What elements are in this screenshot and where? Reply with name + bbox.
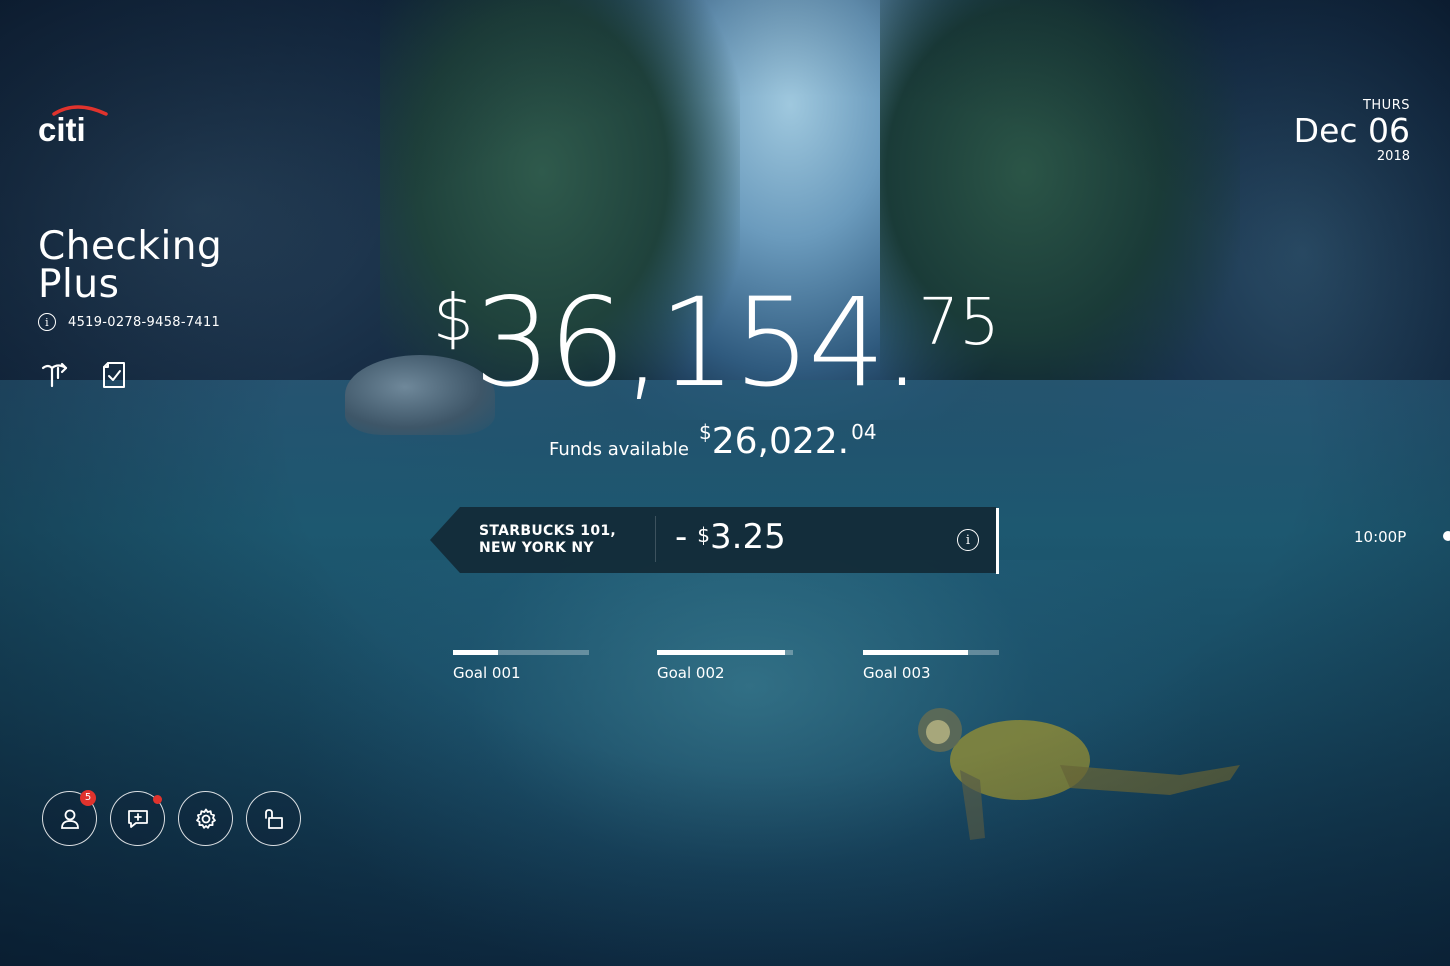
funds-available-label: Funds available xyxy=(549,439,689,460)
timeline-dot[interactable] xyxy=(1443,531,1450,541)
year: 2018 xyxy=(1376,149,1410,164)
check-deposit-icon[interactable] xyxy=(100,360,130,390)
balance-cents: 75 xyxy=(918,286,1000,360)
account-name: Checking Plus xyxy=(38,224,298,307)
account-number-row: i 4519-0278-9458-7411 xyxy=(38,311,220,333)
balance-whole: 36,154 xyxy=(473,272,886,414)
balance-currency: $ xyxy=(433,282,474,356)
notification-badge: 5 xyxy=(80,790,96,806)
funds-currency: $ xyxy=(698,420,712,444)
profile-icon xyxy=(60,809,79,829)
transaction-info-icon[interactable]: i xyxy=(957,529,979,551)
goal-label: Goal 001 xyxy=(453,664,521,682)
goal-progress-fill xyxy=(453,650,498,655)
settings-icon xyxy=(195,808,216,829)
transaction-divider xyxy=(655,516,656,562)
message-button[interactable] xyxy=(110,791,165,846)
timeline-time: 10:00P xyxy=(1354,528,1407,546)
funds-amount: 26,022. xyxy=(711,421,850,462)
goal-item[interactable]: Goal 001 xyxy=(453,650,589,682)
transaction-amount: - $3.25 xyxy=(675,514,786,560)
bottom-controls: 5 xyxy=(42,790,301,846)
goal-progress-track xyxy=(453,650,589,655)
goal-label: Goal 003 xyxy=(863,664,931,682)
timeline-marker xyxy=(996,508,999,574)
transfer-icon[interactable] xyxy=(40,360,70,390)
lock-icon xyxy=(264,808,283,829)
account-balance: $36,154.75 xyxy=(433,278,1000,418)
goal-progress-track xyxy=(657,650,793,655)
lock-button[interactable] xyxy=(246,791,301,846)
message-icon xyxy=(127,809,148,828)
date-display: THURS Dec 06 2018 xyxy=(1294,98,1410,164)
account-name-line2: Plus xyxy=(38,262,120,307)
goal-progress-fill xyxy=(657,650,785,655)
account-name-line1: Checking xyxy=(38,224,223,269)
goal-progress-track xyxy=(863,650,999,655)
balance-decimal: . xyxy=(882,272,922,414)
account-actions xyxy=(40,360,130,390)
goal-item[interactable]: Goal 003 xyxy=(863,650,999,682)
account-number: 4519-0278-9458-7411 xyxy=(68,314,221,330)
account-info-icon[interactable]: i xyxy=(38,313,56,331)
profile-button[interactable]: 5 xyxy=(42,790,97,846)
merchant-line1: STARBUCKS 101, xyxy=(479,523,617,539)
transaction-merchant: STARBUCKS 101, NEW YORK NY xyxy=(479,523,649,557)
transaction-currency: $ xyxy=(697,523,711,547)
settings-button[interactable] xyxy=(178,791,233,846)
transaction-sign: - xyxy=(675,517,688,557)
citi-logo: citi xyxy=(38,105,108,146)
logo-text: citi xyxy=(38,111,86,146)
goal-label: Goal 002 xyxy=(657,664,725,682)
funds-cents: 04 xyxy=(851,420,877,444)
goal-progress-fill xyxy=(863,650,968,655)
unread-dot xyxy=(153,795,162,804)
merchant-line2: NEW YORK NY xyxy=(479,540,594,556)
month-day: Dec 06 xyxy=(1293,111,1410,150)
funds-available: Funds available $ 26,022. 04 xyxy=(549,420,877,464)
transaction-value: 3.25 xyxy=(710,517,786,557)
goal-item[interactable]: Goal 002 xyxy=(657,650,793,682)
